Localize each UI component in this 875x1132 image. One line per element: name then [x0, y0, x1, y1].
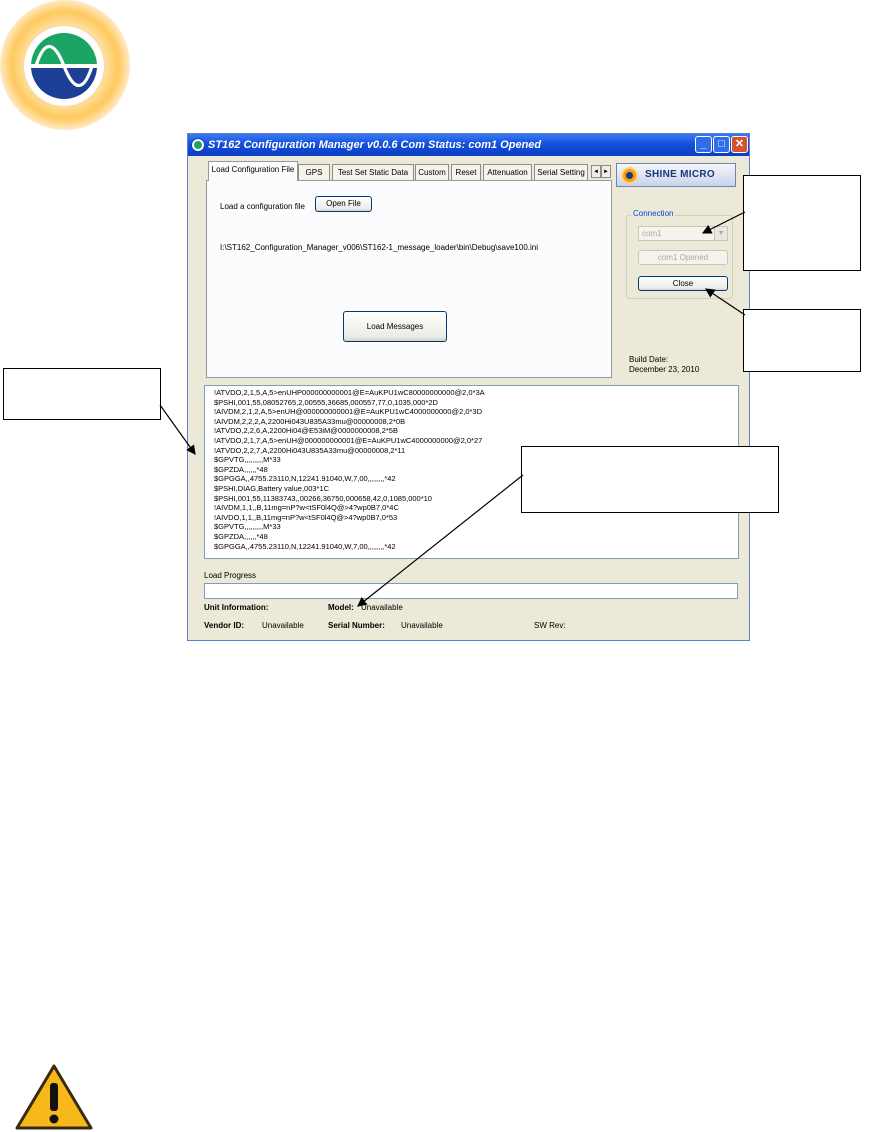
shine-micro-logo: SHINE MICRO — [616, 163, 736, 187]
message-log-line: $GPGGA,,4755.23110,N,12241.91040,W,7,00,… — [214, 474, 396, 484]
message-log-line: $PSHI,001,55,11383743,,00266,36750,00065… — [214, 493, 432, 503]
message-log-line: $GPZDA,,,,,,*48 — [214, 532, 268, 541]
load-config-prompt: Load a configuration file — [220, 202, 305, 211]
shine-micro-logo-icon — [621, 167, 638, 184]
load-configuration-panel: Load a configuration file Open File I:\S… — [206, 180, 612, 378]
message-log-line: $GPGGA,,4755.23110,N,12241.91040,W,7,00,… — [214, 541, 396, 551]
message-log-line: $GPVTG,,,,,,,,,M*33 — [214, 522, 281, 532]
tab-custom[interactable]: Custom — [415, 164, 449, 180]
title-bar[interactable]: ST162 Configuration Manager v0.0.6 Com S… — [188, 134, 749, 156]
tab-gps[interactable]: GPS — [298, 164, 330, 180]
message-log-line: !ATVDO,2,1,5,A,5>enUHP000000000001@E=AuK… — [214, 388, 485, 397]
tab-load-configuration-file[interactable]: Load Configuration File — [208, 161, 298, 181]
tab-attenuation[interactable]: Attenuation — [483, 164, 532, 180]
unit-information-heading: Unit Information: — [204, 603, 269, 612]
callout-box-close — [743, 309, 861, 372]
connection-group-label: Connection — [631, 209, 676, 218]
brand-name: SHINE MICRO — [645, 169, 715, 180]
tab-reset[interactable]: Reset — [451, 164, 481, 180]
model-value: Unavailable — [361, 603, 403, 612]
message-log-line: $PSHI,DIAG,Battery value,003*1C — [214, 484, 330, 493]
message-log-line: $GPZDA,,,,,,*48 — [214, 464, 268, 474]
tab-scroll-right-icon[interactable]: ► — [601, 165, 611, 178]
load-progress-bar — [204, 583, 738, 599]
vendor-id-label: Vendor ID: — [204, 621, 245, 630]
window-title: ST162 Configuration Manager v0.0.6 Com S… — [208, 139, 542, 151]
model-label: Model: — [328, 603, 354, 612]
com-port-select[interactable]: com1 ▼ — [638, 226, 728, 241]
tab-scroll-left-icon[interactable]: ◄ — [591, 165, 601, 178]
chevron-down-icon[interactable]: ▼ — [714, 227, 727, 240]
close-port-button[interactable]: Close — [638, 276, 728, 291]
message-log-line: $GPVTG,,,,,,,,,M*33 — [214, 455, 281, 465]
load-progress-label: Load Progress — [204, 571, 257, 580]
sine-wave-logo-icon — [31, 33, 97, 99]
callout-box-connection — [743, 175, 861, 271]
message-log-line: !AIVDO,1,1,,B,11mg=nP?w<tSF0l4Q@>4?wp0B7… — [214, 512, 398, 522]
sw-rev-label: SW Rev: — [534, 621, 566, 630]
tab-test-set-static-data[interactable]: Test Set Static Data — [332, 164, 414, 180]
app-icon — [191, 138, 205, 152]
callout-box-message-log — [3, 368, 161, 420]
file-path: I:\ST162_Configuration_Manager_v006\ST16… — [220, 243, 538, 252]
com-port-value: com1 — [642, 229, 662, 238]
serial-number-label: Serial Number: — [328, 621, 385, 630]
message-log-line: !ATVDO,2,2,7,A,2200Hi043U835A33mu@000000… — [214, 445, 406, 455]
build-date-value: December 23, 2010 — [629, 365, 700, 374]
message-log-line: $PSHI,001,55,08052765,2,00555,36685,0005… — [214, 397, 438, 407]
message-log-line: !AIVDM,2,1,2,A,5>enUH@000000000001@E=AuK… — [214, 407, 483, 417]
tab-serial-setting[interactable]: Serial Setting — [534, 164, 588, 180]
message-log-line: !ATVDO,2,1,7,A,5>enUH@000000000001@E=AuK… — [214, 436, 483, 445]
vendor-id-value: Unavailable — [262, 621, 304, 630]
message-log-line: !AIVDM,2,2,2,A,2200Hi043U835A33mu@000000… — [214, 416, 406, 426]
callout-box-model — [521, 446, 779, 513]
message-log-line: !ATVDO,2,2,6,A,2200Hi04@E53iM@0000000008… — [214, 426, 398, 436]
build-date-label: Build Date: — [629, 355, 669, 364]
warning-icon — [15, 1064, 93, 1130]
com-status-button[interactable]: com1 Opened — [638, 250, 728, 265]
serial-number-value: Unavailable — [401, 621, 443, 630]
app-window: ST162 Configuration Manager v0.0.6 Com S… — [187, 133, 750, 641]
minimize-button[interactable]: _ — [695, 136, 712, 153]
maximize-button[interactable]: □ — [713, 136, 730, 153]
load-messages-button[interactable]: Load Messages — [343, 311, 447, 342]
message-log-line: !AIVDM,1,1,,B,11mg=nP?w<tSF0l4Q@>4?wp0B7… — [214, 503, 399, 513]
open-file-button[interactable]: Open File — [315, 196, 372, 212]
close-window-button[interactable]: ✕ — [731, 136, 748, 153]
